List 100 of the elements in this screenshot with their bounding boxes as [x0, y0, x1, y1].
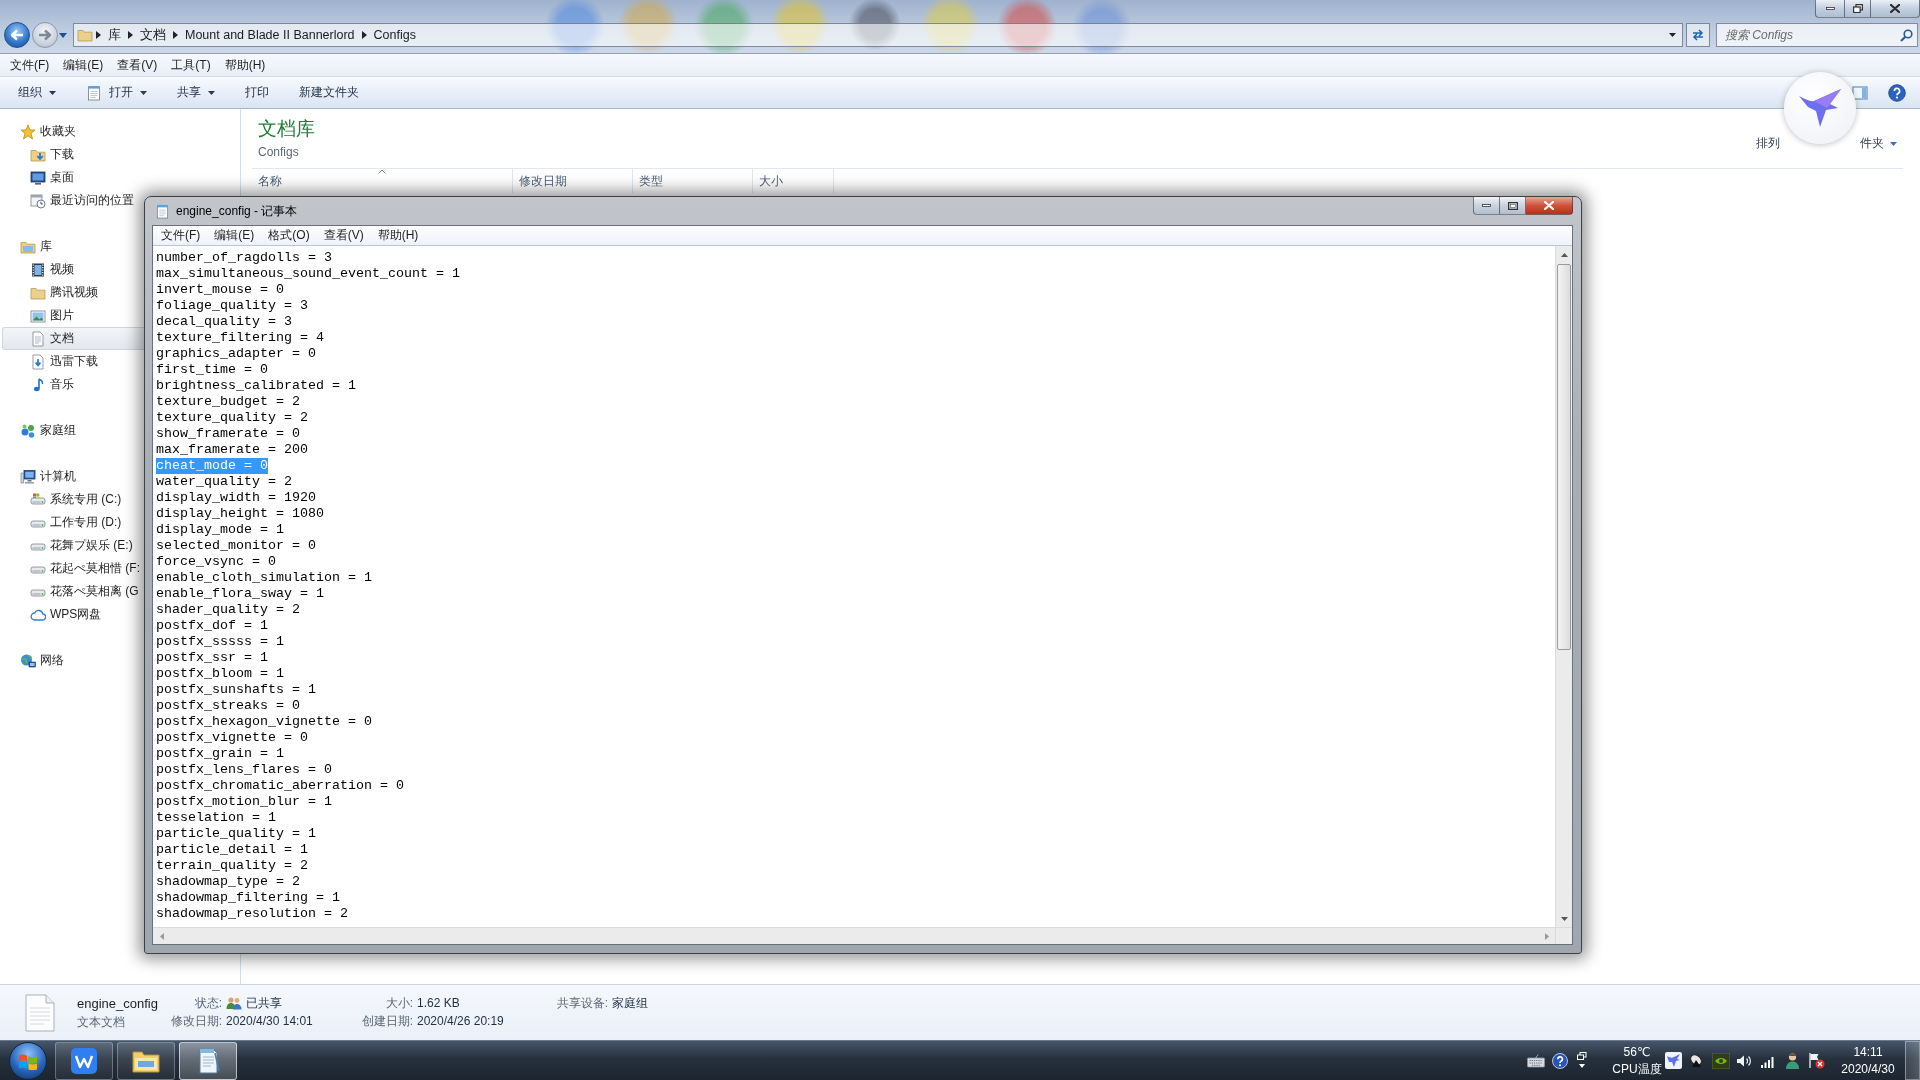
maximize-icon	[1507, 201, 1518, 210]
show-desktop-button[interactable]	[1905, 1041, 1920, 1080]
menu-item[interactable]: 文件(F)	[154, 225, 208, 246]
detail-value: 家庭组	[612, 995, 648, 1012]
film-icon	[30, 261, 46, 278]
sidebar-item[interactable]: 家庭组	[2, 419, 144, 442]
column-header[interactable]: 类型	[633, 169, 753, 193]
clock-time: 14:11	[1853, 1043, 1883, 1061]
document-icon	[30, 330, 46, 347]
close-button[interactable]	[1871, 0, 1920, 18]
show-hidden-icons-button[interactable]	[1577, 1052, 1587, 1069]
text-line: enable_flora_sway = 1	[156, 586, 324, 602]
sidebar-item[interactable]: 花舞プ娱乐 (E:)	[2, 534, 144, 557]
tray-icon[interactable]	[1688, 1052, 1705, 1069]
taskbar-button[interactable]	[179, 1041, 237, 1080]
sidebar-item[interactable]: 最近访问的位置	[2, 189, 144, 212]
text-line: tesselation = 1	[156, 810, 276, 826]
sidebar-item[interactable]: 图片	[2, 304, 144, 327]
column-header[interactable]: 大小	[753, 169, 834, 193]
minimize-icon	[1825, 7, 1835, 10]
taskbar-button[interactable]	[55, 1041, 113, 1080]
breadcrumb-item[interactable]: 库	[104, 24, 125, 46]
text-line: shadowmap_resolution = 2	[156, 906, 348, 922]
cpu-temperature: 56℃	[1623, 1043, 1651, 1061]
menu-item[interactable]: 查看(V)	[316, 225, 371, 246]
toolbar-button[interactable]: 打开	[76, 80, 157, 105]
menu-item[interactable]: 格式(O)	[261, 225, 317, 246]
notepad-icon	[155, 203, 170, 219]
refresh-button[interactable]	[1686, 23, 1710, 47]
sidebar-item[interactable]: 下载	[2, 143, 144, 166]
menu-item[interactable]: 文件(F)	[3, 55, 57, 75]
keyboard-button[interactable]	[1527, 1053, 1545, 1068]
minimize-button[interactable]	[1815, 0, 1845, 18]
text-line: invert_mouse = 0	[156, 282, 284, 298]
text-line: number_of_ragdolls = 3	[156, 250, 332, 266]
start-button[interactable]	[9, 1041, 47, 1080]
bird-icon[interactable]	[1784, 72, 1856, 144]
scrollbar-thumb[interactable]	[1557, 264, 1571, 650]
sidebar-item[interactable]: 文档	[2, 327, 144, 350]
action-center-button[interactable]	[1808, 1052, 1825, 1069]
breadcrumb-arrow-icon[interactable]	[128, 31, 133, 39]
breadcrumb-arrow-icon[interactable]	[361, 31, 367, 39]
text-line: postfx_hexagon_vignette = 0	[156, 714, 372, 730]
toolbar-button[interactable]: 组织	[8, 80, 66, 105]
menu-item[interactable]: 帮助(H)	[217, 55, 273, 75]
sidebar-item[interactable]: 库	[2, 235, 144, 258]
address-bar[interactable]: 库 文档 Mount and Blade II Bannerlord Configs	[73, 23, 1683, 47]
sidebar-item[interactable]: 视频	[2, 258, 144, 281]
sidebar-item[interactable]: 花起ぺ莫相惜 (F:	[2, 557, 144, 580]
help-icon	[1552, 1052, 1568, 1069]
menu-item[interactable]: 查看(V)	[110, 55, 165, 75]
taskbar-button[interactable]	[117, 1041, 175, 1080]
sidebar-item[interactable]: 桌面	[2, 166, 144, 189]
tray-icon[interactable]	[1784, 1052, 1801, 1069]
maximize-button[interactable]	[1500, 197, 1526, 215]
menu-item[interactable]: 工具(T)	[164, 55, 218, 75]
library-subtitle: Configs	[258, 144, 300, 160]
sidebar-item[interactable]: 收藏夹	[2, 120, 144, 143]
breadcrumb-arrow-icon[interactable]	[173, 31, 178, 39]
text-line: graphics_adapter = 0	[156, 346, 316, 362]
arrange-by-label[interactable]: 排列	[1756, 135, 1780, 152]
bird-icon	[1665, 1052, 1682, 1069]
restore-button[interactable]	[1845, 0, 1871, 18]
vertical-scrollbar[interactable]	[1555, 246, 1572, 927]
breadcrumb-item[interactable]: 文档	[136, 24, 170, 46]
triangle-left-icon	[159, 933, 164, 940]
back-button[interactable]	[4, 22, 30, 48]
sidebar-item[interactable]: 工作专用 (D:)	[2, 511, 144, 534]
column-header[interactable]: 名称	[252, 169, 513, 193]
breadcrumb-item[interactable]: Configs	[369, 24, 420, 46]
horizontal-scrollbar[interactable]	[153, 927, 1555, 944]
sidebar-item[interactable]: WPS网盘	[2, 603, 144, 626]
toolbar-button[interactable]: 打印	[235, 80, 279, 105]
close-button[interactable]	[1526, 197, 1573, 215]
minimize-button[interactable]	[1473, 197, 1500, 215]
help-button[interactable]	[1888, 83, 1906, 102]
sidebar-item[interactable]: 网络	[2, 649, 144, 672]
person-icon	[1784, 1052, 1801, 1069]
sidebar-item[interactable]: 系统专用 (C:)	[2, 488, 144, 511]
toolbar-button[interactable]: 共享	[167, 80, 225, 105]
arrange-by-label[interactable]: 件夹	[1860, 135, 1884, 152]
sidebar-item[interactable]: 迅雷下载	[2, 350, 144, 373]
breadcrumb-item[interactable]: Mount and Blade II Bannerlord	[181, 24, 359, 46]
menu-item[interactable]: 帮助(H)	[370, 225, 426, 246]
sidebar-item[interactable]: 花落ぺ莫相离 (G	[2, 580, 144, 603]
triangle-down-icon	[1561, 916, 1568, 921]
sidebar-item[interactable]: 计算机	[2, 465, 144, 488]
system-drive-icon	[30, 491, 46, 508]
computer-icon	[20, 468, 36, 485]
sidebar-item[interactable]: 腾讯视频	[2, 281, 144, 304]
help-tray-button[interactable]	[1552, 1052, 1568, 1069]
toolbar-button[interactable]: 新建文件夹	[289, 80, 369, 105]
menu-item[interactable]: 编辑(E)	[207, 225, 262, 246]
sidebar-item[interactable]: 音乐	[2, 373, 144, 396]
menu-item[interactable]: 编辑(E)	[56, 55, 111, 75]
caret-down-icon[interactable]	[59, 32, 67, 38]
breadcrumb-arrow-icon[interactable]	[96, 31, 101, 39]
text-line: postfx_chromatic_aberration = 0	[156, 778, 404, 794]
text-line: show_framerate = 0	[156, 426, 300, 442]
column-header[interactable]: 修改日期	[513, 169, 633, 193]
